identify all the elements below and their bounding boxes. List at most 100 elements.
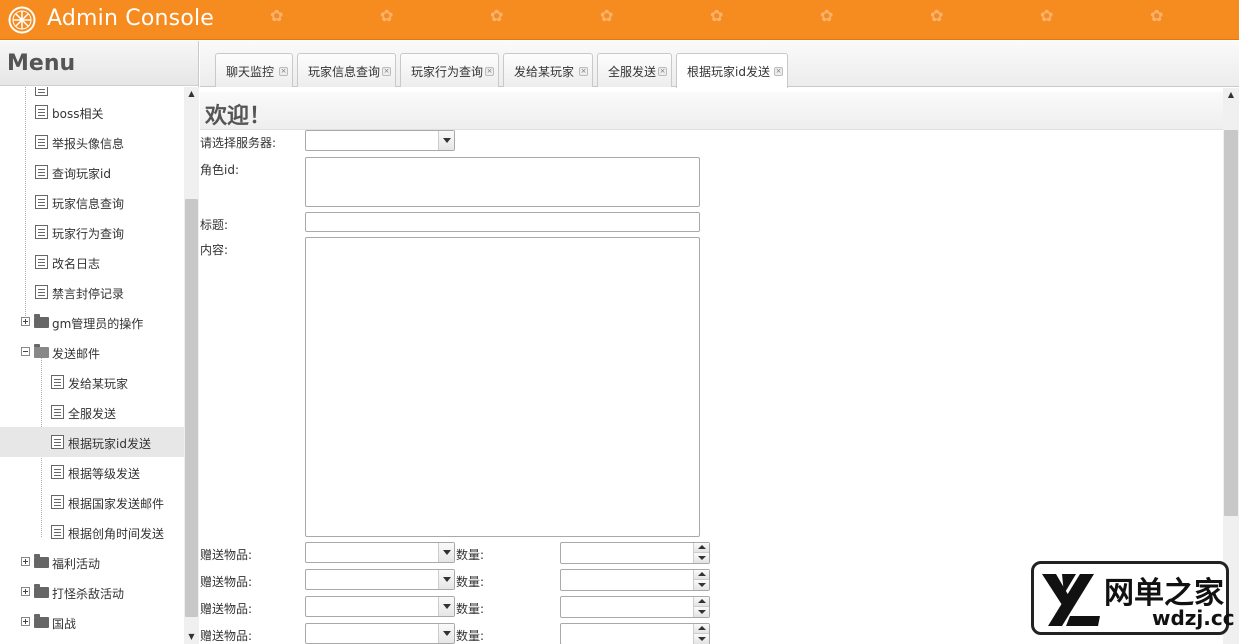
tree-item-rename-log[interactable]: 改名日志 [0, 247, 184, 277]
tab-player-info[interactable]: 玩家信息查询 × [297, 53, 396, 87]
document-icon [51, 465, 64, 479]
close-icon[interactable]: × [774, 67, 783, 76]
folder-icon [34, 554, 49, 568]
header-pattern-icon: ✿ [270, 6, 284, 25]
gift-qty-stepper[interactable] [560, 596, 710, 618]
spinner-down-icon[interactable] [694, 634, 709, 644]
gift-qty-stepper[interactable] [560, 542, 710, 564]
tree-item-player-info[interactable]: 玩家信息查询 [0, 187, 184, 217]
spinner-down-icon[interactable] [694, 553, 709, 563]
close-icon[interactable]: × [579, 67, 588, 76]
tree-item-send-to-player[interactable]: 发给某玩家 [0, 367, 184, 397]
header-pattern-icon: ✿ [820, 6, 834, 25]
tree-item-nation-war[interactable]: 国战 [0, 607, 184, 637]
scroll-down-icon[interactable]: ▼ [184, 630, 199, 644]
tree-item-send-by-player-id[interactable]: 根据玩家id发送 [0, 427, 184, 457]
collapse-minus-icon[interactable] [21, 347, 30, 356]
scroll-up-icon[interactable]: ▲ [184, 87, 199, 101]
gift-item-select[interactable] [305, 596, 455, 617]
tree-item-send-all-servers[interactable]: 全服发送 [0, 397, 184, 427]
gift-qty-stepper[interactable] [560, 569, 710, 591]
close-icon[interactable]: × [279, 67, 288, 76]
spinner-up-icon[interactable] [694, 570, 709, 580]
spinner-down-icon[interactable] [694, 580, 709, 590]
tree-item-label: 根据玩家id发送 [68, 437, 151, 451]
tab-label: 玩家信息查询 [308, 65, 381, 79]
tree-item-send-by-country[interactable]: 根据国家发送邮件 [0, 487, 184, 517]
tree-item-send-mail[interactable]: 发送邮件 [0, 337, 184, 367]
role-id-input[interactable] [305, 157, 700, 207]
folder-icon [34, 584, 49, 598]
tree-item-gm-operations[interactable]: gm管理员的操作 [0, 307, 184, 337]
header-pattern-icon: ✿ [1150, 6, 1164, 25]
tab-player-behavior[interactable]: 玩家行为查询 × [400, 53, 499, 87]
tree-item-label: 根据创角时间发送 [68, 527, 165, 541]
close-icon[interactable]: × [382, 67, 391, 76]
tree-item-label: 玩家信息查询 [52, 197, 125, 211]
expand-plus-icon[interactable] [21, 317, 30, 326]
expand-plus-icon[interactable] [21, 587, 30, 596]
folder-icon [34, 614, 49, 628]
tree-item-send-by-create-time[interactable]: 根据创角时间发送 [0, 517, 184, 547]
tab-send-all-servers[interactable]: 全服发送 × [597, 53, 672, 87]
tree-item-report-avatar[interactable]: 举报头像信息 [0, 127, 184, 157]
close-icon[interactable]: × [485, 67, 494, 76]
chevron-down-icon[interactable] [438, 543, 454, 562]
watermark-badge: 网单之家 wdzj.cc [1031, 561, 1235, 635]
gift-item-select[interactable] [305, 623, 455, 644]
body-textarea[interactable] [305, 237, 700, 537]
tab-label: 全服发送 [608, 65, 657, 79]
sidebar-title: Menu [7, 51, 76, 76]
expand-plus-icon[interactable] [21, 617, 30, 626]
document-icon [35, 165, 48, 179]
scroll-up-icon[interactable]: ▲ [1223, 88, 1239, 102]
scrollbar-thumb[interactable] [185, 199, 198, 617]
chevron-down-icon[interactable] [438, 131, 454, 150]
tree-item-monster-kill[interactable]: 打怪杀敌活动 [0, 577, 184, 607]
tab-send-by-player-id[interactable]: 根据玩家id发送 × [676, 53, 788, 88]
tab-chat-monitor[interactable]: 聊天监控 × [215, 53, 293, 87]
chevron-down-icon[interactable] [438, 570, 454, 589]
gift-qty-stepper[interactable] [560, 623, 710, 644]
title-input[interactable] [305, 212, 700, 232]
tree-item-query-player-id[interactable]: 查询玩家id [0, 157, 184, 187]
tree-item-send-by-level[interactable]: 根据等级发送 [0, 457, 184, 487]
tree-item-label: 查询玩家id [52, 167, 111, 181]
tree-item-ban-records[interactable]: 禁言封停记录 [0, 277, 184, 307]
tree-item-boss[interactable]: boss相关 [0, 97, 184, 127]
gift-label: 赠送物品: [200, 575, 253, 589]
welcome-banner: 欢迎！ [200, 92, 1223, 130]
gift-item-select[interactable] [305, 569, 455, 590]
tab-label: 玩家行为查询 [411, 65, 484, 79]
document-icon [51, 375, 64, 389]
document-icon [35, 105, 48, 119]
spinner-up-icon[interactable] [694, 624, 709, 634]
watermark-site: wdzj.cc [1152, 606, 1235, 630]
server-select[interactable] [305, 130, 455, 151]
tree-item-welfare[interactable]: 福利活动 [0, 547, 184, 577]
spinner-down-icon[interactable] [694, 607, 709, 617]
chevron-down-icon[interactable] [438, 597, 454, 616]
document-icon [35, 195, 48, 209]
sidebar-scrollbar[interactable]: ▲ ▼ [184, 87, 199, 644]
tree-item-label: 国战 [52, 617, 77, 631]
spinner-up-icon[interactable] [694, 597, 709, 607]
document-icon [35, 87, 48, 96]
gift-item-select[interactable] [305, 542, 455, 563]
tab-send-to-player[interactable]: 发给某玩家 × [503, 53, 593, 87]
main-scrollbar[interactable]: ▲ [1223, 88, 1239, 644]
chevron-down-icon[interactable] [438, 624, 454, 643]
qty-label: 数量: [456, 548, 485, 562]
app-header: Admin Console ✿ ✿ ✿ ✿ ✿ ✿ ✿ ✿ ✿ [0, 0, 1239, 40]
tab-label: 根据玩家id发送 [687, 65, 770, 79]
tree-item-label: 根据国家发送邮件 [68, 497, 165, 511]
spinner-up-icon[interactable] [694, 543, 709, 553]
tree-item-label: 根据等级发送 [68, 467, 141, 481]
expand-plus-icon[interactable] [21, 557, 30, 566]
document-icon [35, 255, 48, 269]
close-icon[interactable]: × [658, 67, 667, 76]
sidebar: Menu boss相关 举报头像信息 查询玩家id 玩家信息查询 玩家行为查询 [0, 41, 199, 644]
scrollbar-thumb[interactable] [1224, 130, 1238, 516]
tree-item-player-behavior[interactable]: 玩家行为查询 [0, 217, 184, 247]
tree-item-label: 福利活动 [52, 557, 101, 571]
